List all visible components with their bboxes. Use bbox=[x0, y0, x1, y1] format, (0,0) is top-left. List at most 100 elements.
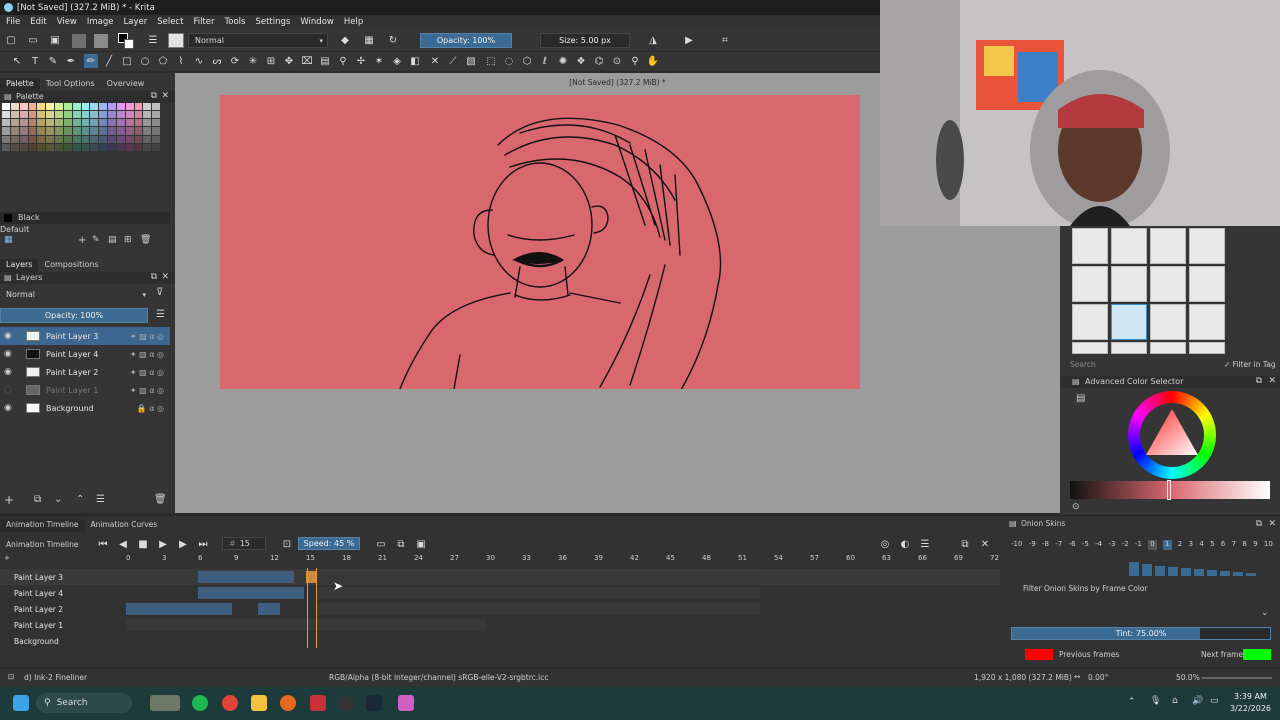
tab-palette[interactable]: Palette bbox=[0, 78, 40, 91]
palette-swatch[interactable] bbox=[134, 135, 143, 143]
layer-row[interactable]: ◉ Paint Layer 4 ✦ ▨ α ◎ bbox=[0, 345, 170, 363]
palette-swatch[interactable] bbox=[152, 103, 160, 111]
onion-frame-number[interactable]: 3 bbox=[1189, 540, 1193, 550]
brush-preset[interactable] bbox=[1111, 266, 1147, 302]
brush-preset[interactable] bbox=[1189, 342, 1225, 354]
onion-opacity-bar[interactable] bbox=[1233, 572, 1243, 576]
palette-swatch[interactable] bbox=[152, 119, 160, 127]
palette-swatch[interactable] bbox=[116, 143, 125, 151]
onion-frame-number[interactable]: -6 bbox=[1069, 540, 1076, 550]
palette-swatch[interactable] bbox=[143, 135, 152, 143]
close-timeline-icon[interactable]: ✕ bbox=[978, 537, 992, 551]
lock-icon[interactable]: 🔒 α ◎ bbox=[137, 404, 164, 413]
keyframe-block[interactable] bbox=[126, 603, 232, 615]
palette-swatch[interactable] bbox=[46, 119, 54, 127]
brush-preset-selected[interactable] bbox=[1111, 304, 1147, 340]
import-palette-icon[interactable]: ▤ bbox=[108, 235, 117, 245]
onion-frame-number[interactable]: 5 bbox=[1210, 540, 1214, 550]
onion-frame-number[interactable]: -1 bbox=[1135, 540, 1142, 550]
palette-swatch[interactable] bbox=[37, 119, 46, 127]
onion-frame-number[interactable]: -4 bbox=[1095, 540, 1102, 550]
palette-swatch[interactable] bbox=[28, 119, 37, 127]
pattern-swatch[interactable] bbox=[94, 34, 108, 48]
taskbar-time[interactable]: 3:39 AM bbox=[1234, 692, 1267, 701]
filter-in-tag-checkbox[interactable]: ✓ Filter in Tag bbox=[1224, 360, 1276, 369]
tab-tool-options[interactable]: Tool Options bbox=[40, 78, 101, 91]
palette-swatch[interactable] bbox=[46, 127, 54, 135]
layer-row[interactable]: ◉ Paint Layer 3 ✦ ▨ α ◎ bbox=[0, 327, 170, 345]
palette-swatch[interactable] bbox=[72, 135, 81, 143]
palette-swatch[interactable] bbox=[81, 103, 90, 111]
menu-settings[interactable]: Settings bbox=[255, 17, 290, 27]
wrap-around-icon[interactable]: ⌗ bbox=[718, 33, 732, 47]
onion-frame-number[interactable]: -7 bbox=[1055, 540, 1062, 550]
timeline-options-icon[interactable]: ▣ bbox=[414, 537, 428, 551]
palette-swatch[interactable] bbox=[125, 119, 134, 127]
palette-swatch[interactable] bbox=[10, 111, 19, 119]
obs-icon[interactable] bbox=[338, 695, 354, 711]
brush-preset[interactable] bbox=[1072, 266, 1108, 302]
palette-swatch[interactable] bbox=[63, 119, 72, 127]
float-onion-icon[interactable]: ⧉ bbox=[1256, 519, 1262, 529]
delete-layer-icon[interactable]: 🗑 bbox=[154, 494, 167, 505]
tab-compositions[interactable]: Compositions bbox=[38, 259, 104, 272]
visibility-hidden-icon[interactable]: ○ bbox=[4, 385, 14, 395]
size-slider[interactable]: Size: 5.00 px bbox=[540, 33, 630, 48]
palette-swatch[interactable] bbox=[90, 143, 99, 151]
empty-frames[interactable] bbox=[316, 603, 760, 615]
layer-flags[interactable]: ✦ ▨ α ◎ bbox=[130, 386, 164, 395]
layer-flags[interactable]: ✦ ▨ α ◎ bbox=[130, 350, 164, 359]
tab-layers[interactable]: Layers bbox=[0, 259, 39, 272]
palette-swatch[interactable] bbox=[134, 143, 143, 151]
palette-swatch[interactable] bbox=[152, 135, 160, 143]
palette-swatch[interactable] bbox=[19, 127, 28, 135]
rotation-icon[interactable]: ↔ bbox=[1074, 672, 1080, 681]
timeline-layer-row[interactable]: Paint Layer 3 bbox=[0, 569, 1000, 585]
tray-overflow-icon[interactable]: ⌃ bbox=[1128, 697, 1136, 707]
visibility-icon[interactable]: ◉ bbox=[4, 349, 14, 359]
onion-frame-number[interactable]: 1 bbox=[1163, 540, 1172, 550]
palette-swatch[interactable] bbox=[37, 127, 46, 135]
palette-swatch[interactable] bbox=[28, 143, 37, 151]
palette-swatch[interactable] bbox=[10, 127, 19, 135]
menu-image[interactable]: Image bbox=[87, 17, 114, 27]
taskbar-date[interactable]: 3/22/2026 bbox=[1230, 704, 1271, 713]
polyline-tool-icon[interactable]: ⌇ bbox=[174, 54, 188, 68]
add-layer-icon[interactable]: + bbox=[4, 493, 14, 507]
fill-tool-icon[interactable]: ◈ bbox=[390, 54, 404, 68]
palette-swatch[interactable] bbox=[125, 111, 134, 119]
palette-swatch[interactable] bbox=[125, 143, 134, 151]
palette-swatch[interactable] bbox=[116, 103, 125, 111]
palette-swatch[interactable] bbox=[55, 135, 63, 143]
calligraphy-icon[interactable]: ✒ bbox=[64, 54, 78, 68]
palette-swatch[interactable] bbox=[72, 111, 81, 119]
palette-swatch[interactable] bbox=[37, 135, 46, 143]
palette-swatch[interactable] bbox=[55, 119, 63, 127]
play-icon[interactable]: ▶ bbox=[156, 537, 170, 551]
add-keyframe-icon[interactable]: + bbox=[4, 554, 10, 562]
brush-preset[interactable] bbox=[1150, 342, 1186, 354]
transform-tool-icon[interactable]: ⊞ bbox=[264, 54, 278, 68]
menu-tools[interactable]: Tools bbox=[225, 17, 246, 27]
move-layer-up-icon[interactable]: ⌃ bbox=[76, 494, 84, 505]
palette-swatch[interactable] bbox=[108, 127, 116, 135]
file-explorer-icon[interactable] bbox=[251, 695, 267, 711]
palette-swatch[interactable] bbox=[72, 143, 81, 151]
filter-onion-checkbox[interactable]: Filter Onion Skins by Frame Color bbox=[1023, 584, 1148, 593]
reload-preset-icon[interactable]: ↻ bbox=[386, 33, 400, 47]
bezier-select-icon[interactable]: ⌬ bbox=[592, 54, 606, 68]
palette-swatch[interactable] bbox=[28, 103, 37, 111]
empty-frames[interactable] bbox=[316, 587, 760, 599]
visibility-icon[interactable]: ◉ bbox=[4, 367, 14, 377]
menu-view[interactable]: View bbox=[57, 17, 77, 27]
drawing-canvas[interactable] bbox=[220, 95, 860, 389]
close-layers-icon[interactable]: ✕ bbox=[161, 272, 169, 282]
palette-swatch[interactable] bbox=[125, 135, 134, 143]
brush-preset[interactable] bbox=[1189, 304, 1225, 340]
menu-help[interactable]: Help bbox=[344, 17, 363, 27]
zoom-value[interactable]: 50.0% bbox=[1176, 673, 1200, 682]
eraser-icon[interactable]: ◆ bbox=[338, 33, 352, 47]
gradient-tool-icon[interactable]: ▤ bbox=[318, 54, 332, 68]
delete-swatch-icon[interactable]: 🗑 bbox=[140, 235, 151, 245]
layer-flags[interactable]: ✦ ▨ α ◎ bbox=[130, 332, 164, 341]
